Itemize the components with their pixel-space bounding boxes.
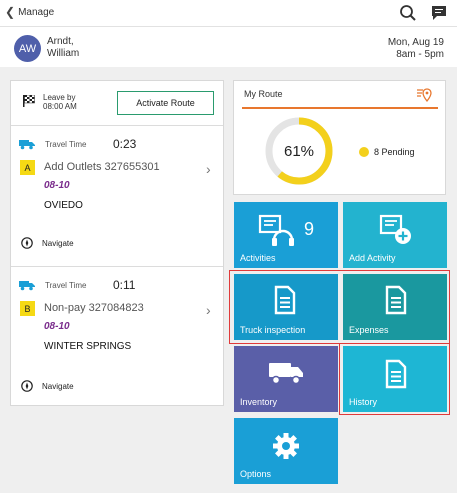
leave-by-time: 08:00 AM	[43, 102, 77, 111]
navigate-label: Navigate	[42, 238, 74, 248]
gear-icon	[273, 433, 299, 459]
travel-time-value: 0:11	[113, 278, 136, 292]
add-activity-label: Add Activity	[349, 253, 396, 263]
user-name: Arndt, William	[47, 36, 127, 60]
avatar[interactable]: AW	[14, 35, 41, 62]
departure-row: Leave by 08:00 AM Activate Route	[11, 81, 223, 126]
add-activity-icon	[379, 214, 411, 244]
user-header: AW Arndt, William Mon, Aug 19 8am - 5pm	[0, 27, 457, 67]
stop-city: OVIEDO	[44, 200, 83, 211]
stop-notch	[113, 126, 125, 132]
stop-date: 08-10	[44, 180, 70, 191]
document-icon	[274, 285, 296, 315]
route-stop[interactable]: Travel Time 0:23 A Add Outlets 327655301…	[11, 126, 223, 267]
leave-by-text: Leave by 08:00 AM	[43, 93, 77, 111]
pending-label: 8 Pending	[374, 147, 415, 157]
top-bar: ❮ Manage	[0, 0, 457, 27]
expenses-label: Expenses	[349, 325, 389, 335]
activities-headset-icon	[258, 214, 294, 246]
chat-icon[interactable]	[430, 4, 448, 22]
checkered-flag-icon	[23, 95, 35, 107]
route-title: My Route	[244, 89, 283, 99]
travel-time-row: Travel Time	[19, 137, 87, 151]
route-stop[interactable]: Travel Time 0:11 B Non-pay 327084823 › 0…	[11, 267, 223, 408]
pending-dot	[359, 147, 369, 157]
user-name-line2: William	[47, 48, 80, 59]
back-label: Manage	[18, 6, 55, 18]
compass-icon	[21, 380, 33, 392]
stop-badge: B	[20, 301, 35, 316]
history-tile[interactable]: History	[343, 346, 447, 412]
chevron-right-icon[interactable]: ›	[206, 302, 211, 318]
leave-by-label: Leave by	[43, 93, 76, 102]
stop-name[interactable]: Add Outlets 327655301	[44, 161, 160, 173]
inventory-label: Inventory	[240, 397, 278, 407]
chevron-right-icon[interactable]: ›	[206, 161, 211, 177]
add-activity-tile[interactable]: Add Activity	[343, 202, 447, 268]
inventory-tile[interactable]: Inventory	[234, 346, 338, 412]
schedule-info: Mon, Aug 19 8am - 5pm	[388, 37, 444, 61]
activities-count: 9	[304, 219, 315, 239]
history-label: History	[349, 397, 378, 407]
navigate-button[interactable]: Navigate	[21, 237, 74, 249]
truck-icon	[19, 139, 35, 149]
truck-inspection-label: Truck inspection	[240, 325, 306, 335]
route-stops-panel: Leave by 08:00 AM Activate Route Travel …	[10, 80, 224, 406]
truck-icon	[19, 280, 35, 290]
activities-tile[interactable]: 9 Activities	[234, 202, 338, 268]
activate-route-button[interactable]: Activate Route	[117, 91, 214, 115]
document-icon	[385, 359, 407, 389]
user-name-line1: Arndt,	[47, 36, 74, 47]
activities-label: Activities	[240, 253, 276, 263]
travel-time-label: Travel Time	[45, 280, 87, 290]
search-icon[interactable]	[399, 4, 417, 22]
truck-icon	[269, 363, 303, 385]
route-progress-percent: 61%	[283, 142, 315, 160]
document-icon	[385, 285, 407, 315]
back-button[interactable]: ❮ Manage	[5, 6, 54, 18]
stop-city: WINTER SPRINGS	[44, 341, 132, 352]
options-tile[interactable]: Options	[234, 418, 338, 484]
stop-notch	[113, 267, 125, 273]
travel-time-row: Travel Time	[19, 278, 87, 292]
route-map-pin-icon[interactable]	[416, 87, 432, 103]
chevron-left-icon: ❮	[5, 5, 16, 19]
expenses-tile[interactable]: Expenses	[343, 274, 447, 340]
stop-badge: A	[20, 160, 35, 175]
navigate-button[interactable]: Navigate	[21, 380, 74, 392]
route-accent-rule	[242, 107, 438, 109]
travel-time-label: Travel Time	[45, 139, 87, 149]
options-label: Options	[240, 469, 272, 479]
schedule-date: Mon, Aug 19	[387, 37, 444, 48]
travel-time-value: 0:23	[113, 137, 137, 151]
stop-date: 08-10	[44, 321, 70, 332]
navigate-label: Navigate	[42, 381, 74, 391]
pending-legend: 8 Pending	[359, 147, 415, 157]
my-route-card[interactable]: My Route 61% 8 Pending	[233, 80, 446, 195]
truck-inspection-tile[interactable]: Truck inspection	[234, 274, 338, 340]
compass-icon	[21, 237, 33, 249]
stop-name[interactable]: Non-pay 327084823	[44, 302, 144, 314]
schedule-hours: 8am - 5pm	[396, 49, 444, 60]
